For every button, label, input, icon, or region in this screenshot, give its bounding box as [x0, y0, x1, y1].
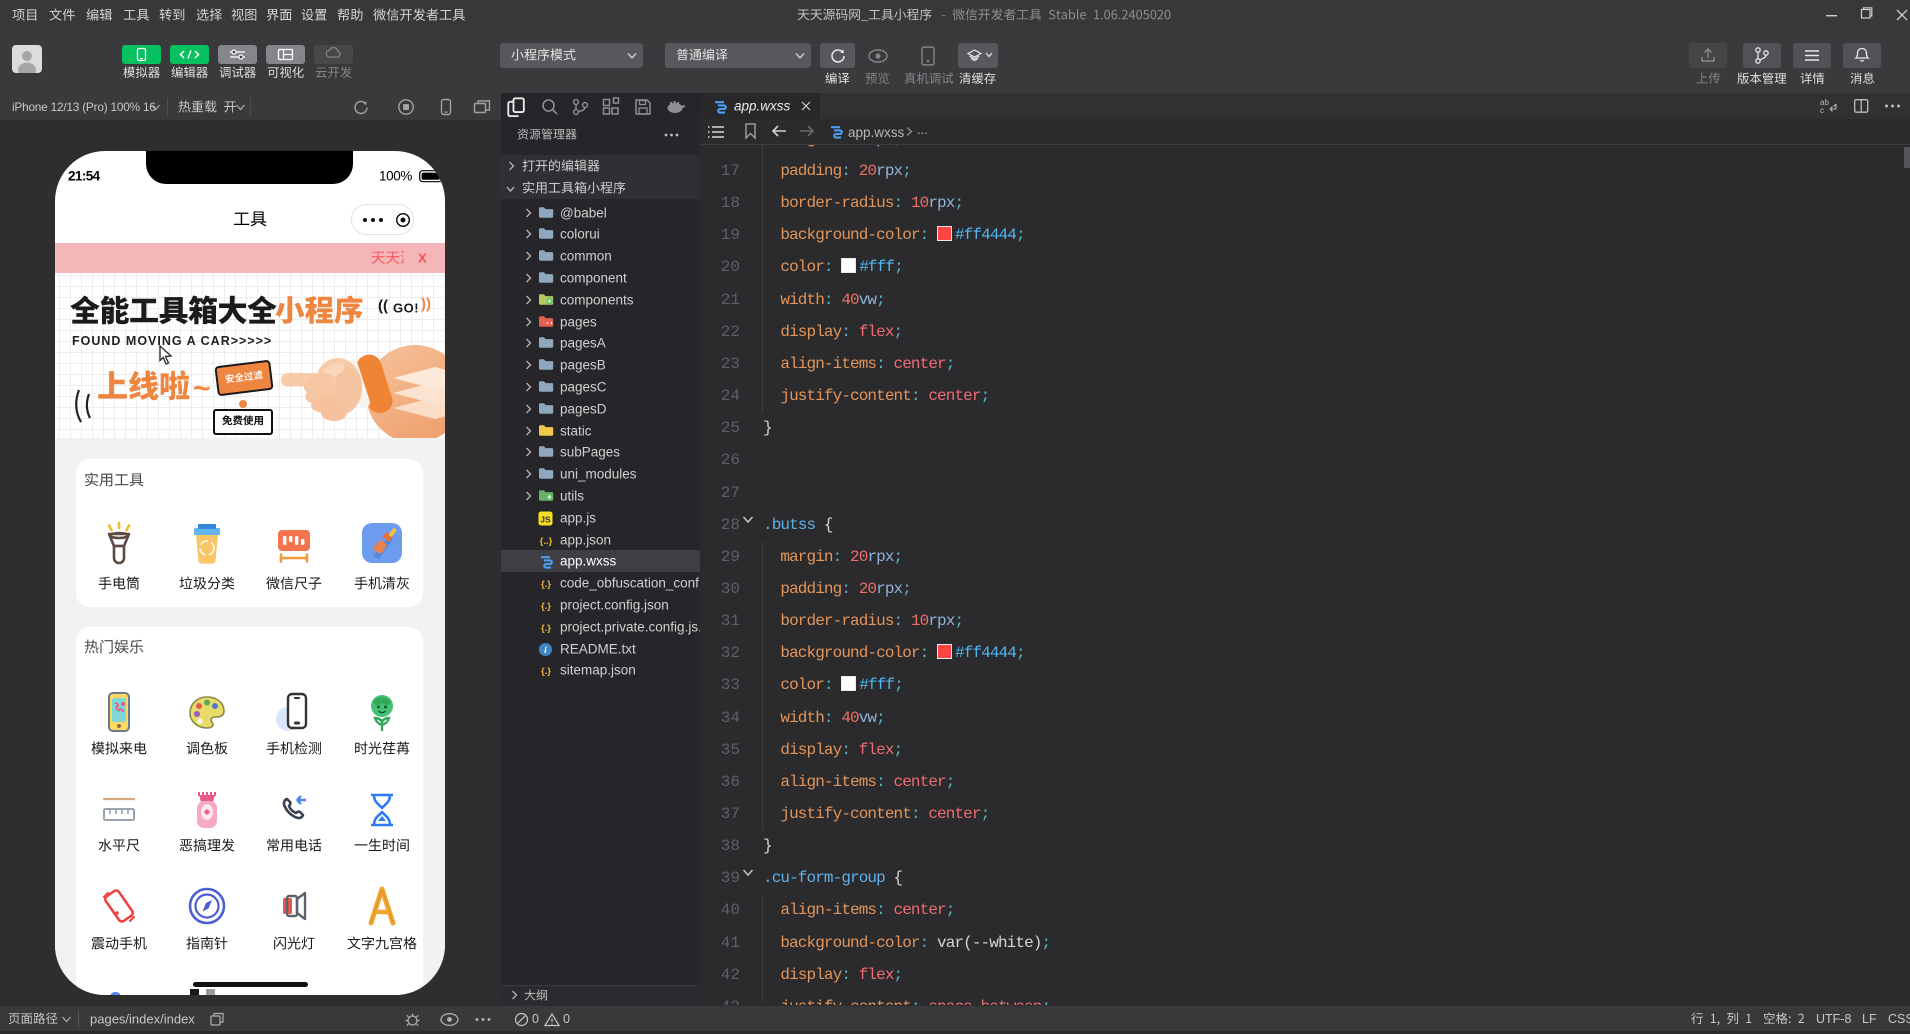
- svg-text:{.}: {.}: [541, 579, 551, 590]
- svg-text:{..}: {..}: [540, 536, 553, 547]
- svg-text:{.}: {.}: [541, 623, 551, 634]
- svg-text:c: c: [1820, 106, 1824, 115]
- svg-text:{.}: {.}: [541, 666, 551, 677]
- svg-text:i: i: [544, 646, 547, 656]
- svg-text:JS: JS: [540, 514, 551, 524]
- svg-text:{.}: {.}: [541, 601, 551, 612]
